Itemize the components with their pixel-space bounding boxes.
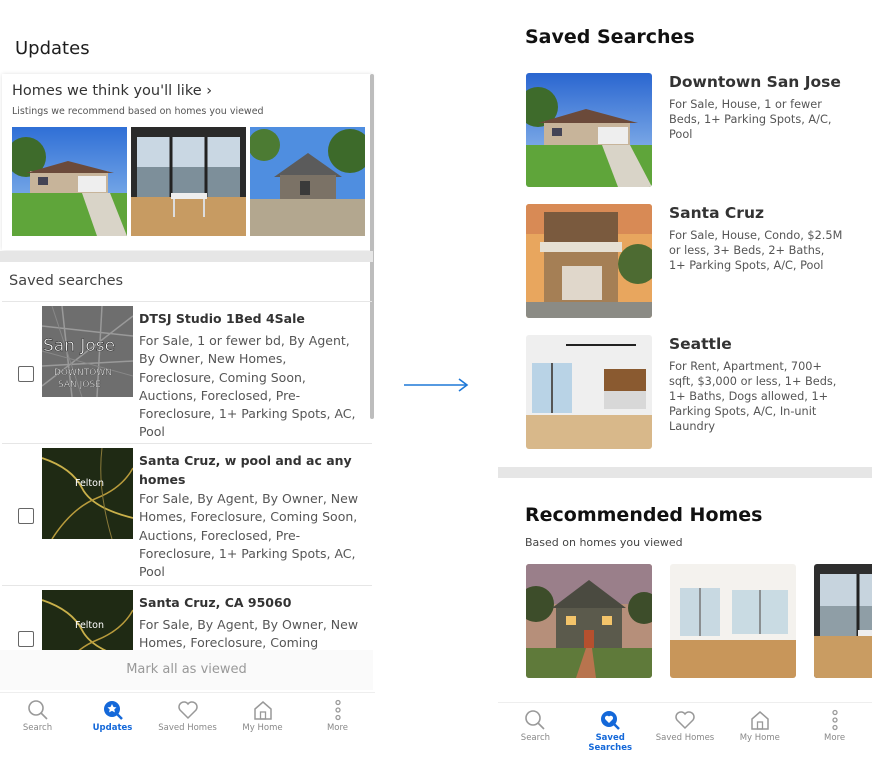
checkbox[interactable] xyxy=(18,366,34,382)
recommended-heading: Recommended Homes xyxy=(525,504,763,526)
nav-my-home[interactable]: My Home xyxy=(225,693,300,742)
home-photo[interactable] xyxy=(12,127,127,236)
saved-searches-heading: Saved searches xyxy=(9,273,124,289)
home-photo[interactable] xyxy=(526,564,652,678)
saved-search-name: Downtown San Jose xyxy=(669,73,841,91)
nav-saved-homes[interactable]: Saved Homes xyxy=(648,703,723,754)
checkbox[interactable] xyxy=(18,631,34,647)
bottom-nav: Search Updates Saved Homes My Home More xyxy=(0,692,375,742)
home-photo xyxy=(526,204,652,318)
saved-search-name: DTSJ Studio 1Bed 4Sale xyxy=(139,311,305,326)
nav-label: My Home xyxy=(739,733,780,743)
homes-card-subtitle: Listings we recommend based on homes you… xyxy=(12,106,264,117)
home-icon xyxy=(253,701,272,720)
saved-search-desc: For Rent, Apartment, 700+ sqft, $3,000 o… xyxy=(669,360,837,433)
nav-search[interactable]: Search xyxy=(498,703,573,754)
updates-screen: Updates Homes we think you'll like › Lis… xyxy=(0,0,375,769)
home-photo[interactable] xyxy=(670,564,796,678)
page-title: Updates xyxy=(15,38,90,59)
chevron-right-icon: › xyxy=(206,83,213,99)
homes-recommend-card[interactable]: Homes we think you'll like › Listings we… xyxy=(2,74,372,250)
nav-label: Saved Homes xyxy=(655,733,715,743)
map-label: Felton xyxy=(75,478,104,489)
nav-saved-homes[interactable]: Saved Homes xyxy=(150,693,225,742)
saved-search-desc: For Sale, House, 1 or fewer Beds, 1+ Par… xyxy=(669,98,832,141)
recommended-subtitle: Based on homes you viewed xyxy=(525,536,683,549)
section-divider xyxy=(0,251,373,262)
nav-label: Saved Homes xyxy=(158,723,217,733)
svg-text:SAN JOSE: SAN JOSE xyxy=(58,380,101,390)
more-icon xyxy=(831,709,838,731)
saved-search-name: Santa Cruz xyxy=(669,204,764,222)
nav-more[interactable]: More xyxy=(797,703,872,754)
search-icon xyxy=(27,700,48,720)
map-thumbnail: Felton xyxy=(42,448,133,539)
home-photo[interactable] xyxy=(131,127,246,236)
arrow-right-icon xyxy=(404,378,469,392)
saved-search-item[interactable]: Felton Santa Cruz, CA 95060 For Sale, By… xyxy=(2,585,372,650)
nav-label: My Home xyxy=(242,723,283,733)
saved-search-item[interactable]: Felton Santa Cruz, w pool and ac any hom… xyxy=(2,443,372,585)
saved-search-item[interactable]: Santa Cruz For Sale, House, Condo, $2.5M… xyxy=(526,204,866,319)
homes-card-title[interactable]: Homes we think you'll like › xyxy=(12,83,212,99)
saved-searches-list: San Jose DOWNTOWN SAN JOSE DTSJ Studio 1… xyxy=(2,301,372,650)
map-thumbnail: San Jose DOWNTOWN SAN JOSE xyxy=(42,306,133,397)
nav-label: More xyxy=(326,723,349,733)
page-title: Saved Searches xyxy=(525,26,695,48)
bottom-nav: Search Saved Searches Saved Homes My Hom… xyxy=(498,702,872,754)
home-photo xyxy=(526,335,652,449)
home-photo xyxy=(526,73,652,187)
saved-search-desc: For Sale, By Agent, By Owner, New Homes,… xyxy=(139,491,359,580)
saved-search-desc: For Sale, 1 or fewer bd, By Agent, By Ow… xyxy=(139,333,356,440)
mark-all-viewed-button[interactable]: Mark all as viewed xyxy=(0,650,373,690)
nav-saved-searches[interactable]: Saved Searches xyxy=(573,703,648,754)
checkbox[interactable] xyxy=(18,508,34,524)
saved-search-item[interactable]: Downtown San Jose For Sale, House, 1 or … xyxy=(526,73,866,188)
nav-label: More xyxy=(824,733,846,743)
nav-label: Search xyxy=(520,733,550,743)
saved-search-name: Santa Cruz, w pool and ac any homes xyxy=(139,453,352,487)
recommended-carousel[interactable] xyxy=(526,564,872,678)
heart-icon xyxy=(675,711,695,730)
nav-my-home[interactable]: My Home xyxy=(722,703,797,754)
section-divider xyxy=(498,467,872,478)
map-thumbnail: Felton xyxy=(42,590,133,650)
home-icon xyxy=(751,711,769,730)
nav-label: Search xyxy=(22,723,53,733)
nav-search[interactable]: Search xyxy=(0,693,75,742)
heart-icon xyxy=(177,701,198,720)
saved-search-item[interactable]: Seattle For Rent, Apartment, 700+ sqft, … xyxy=(526,335,866,450)
saved-searches-icon xyxy=(601,711,621,730)
map-label: Felton xyxy=(75,620,104,631)
search-icon xyxy=(525,710,545,730)
homes-thumbnails xyxy=(12,127,365,236)
saved-search-desc: For Sale, By Agent, By Owner, New Homes,… xyxy=(139,617,359,650)
updates-icon xyxy=(103,701,123,720)
nav-label: Updates xyxy=(92,723,133,733)
more-icon xyxy=(334,699,341,721)
home-photo[interactable] xyxy=(814,564,872,678)
nav-updates[interactable]: Updates xyxy=(75,693,150,742)
nav-label: Saved Searches xyxy=(588,733,633,753)
nav-more[interactable]: More xyxy=(300,693,375,742)
saved-searches-screen: Saved Searches Downtown San Jose For Sal… xyxy=(498,0,872,769)
svg-text:DOWNTOWN: DOWNTOWN xyxy=(54,368,112,378)
saved-search-name: Seattle xyxy=(669,335,732,353)
home-photo[interactable] xyxy=(250,127,365,236)
saved-search-name: Santa Cruz, CA 95060 xyxy=(139,595,292,610)
saved-search-item[interactable]: San Jose DOWNTOWN SAN JOSE DTSJ Studio 1… xyxy=(2,301,372,443)
saved-search-desc: For Sale, House, Condo, $2.5M or less, 3… xyxy=(669,229,843,272)
map-label: San Jose xyxy=(43,336,115,356)
